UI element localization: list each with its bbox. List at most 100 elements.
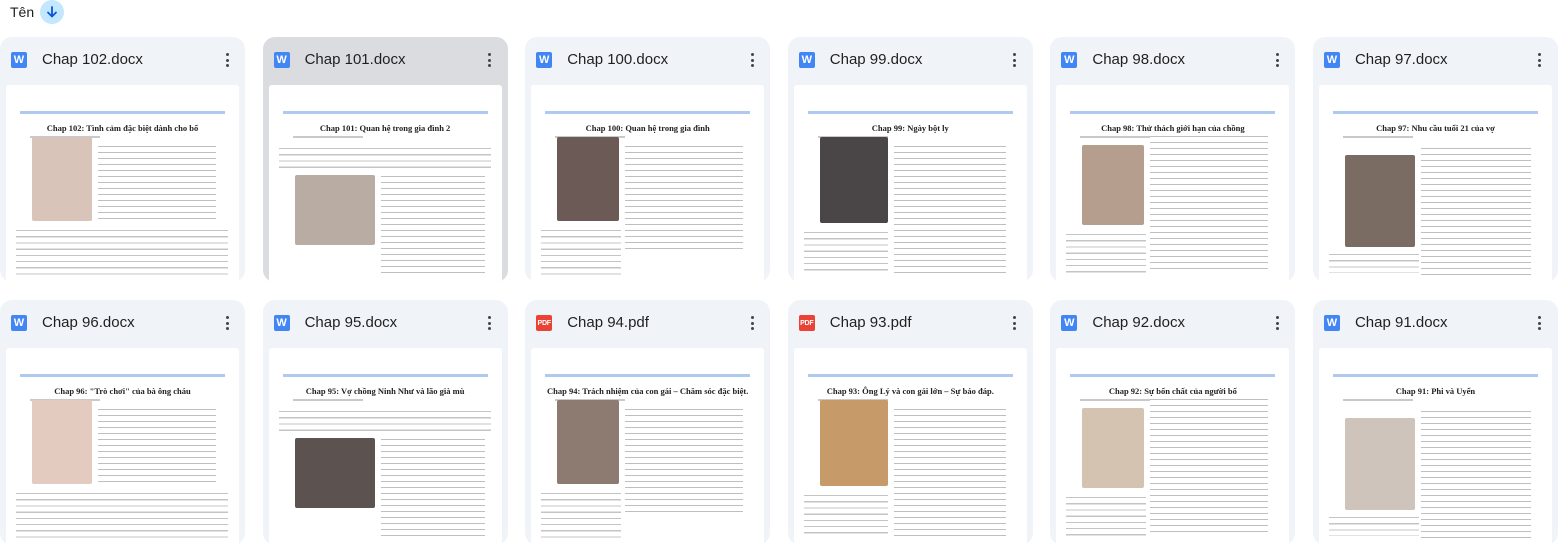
file-preview[interactable]: Chap 97: Nhu cầu tuổi 21 của vợ [1318, 85, 1552, 282]
preview-text-block [16, 490, 228, 538]
file-card[interactable]: W Chap 101.docx Chap 101: Quan hệ trong … [262, 37, 508, 282]
preview-text-block [541, 227, 622, 275]
file-preview[interactable]: Chap 101: Quan hệ trong gia đình 2 [268, 85, 502, 282]
file-preview[interactable]: Chap 99: Ngày bột ly [793, 85, 1027, 282]
preview-header-line [807, 111, 1013, 114]
preview-text-block [1150, 396, 1269, 536]
file-name[interactable]: Chap 99.docx [830, 51, 923, 68]
file-name[interactable]: Chap 98.docx [1092, 51, 1185, 68]
preview-text-block [541, 490, 622, 538]
more-actions-icon[interactable] [480, 313, 500, 333]
more-actions-icon[interactable] [217, 50, 237, 70]
preview-subline [292, 399, 363, 401]
file-card[interactable]: W Chap 92.docx Chap 92: Sự bốn chất của … [1050, 300, 1296, 545]
file-card-header: W Chap 96.docx [0, 300, 245, 346]
more-actions-icon[interactable] [1267, 313, 1287, 333]
preview-title: Chap 102: Tình cảm đặc biệt dành cho bố [46, 123, 199, 133]
file-card-header: W Chap 99.docx [788, 37, 1033, 83]
file-name[interactable]: Chap 97.docx [1355, 51, 1448, 68]
sort-direction-button[interactable] [40, 0, 65, 24]
more-actions-icon[interactable] [217, 313, 237, 333]
file-preview[interactable]: Chap 92: Sự bốn chất của người bố [1056, 348, 1290, 545]
preview-subline [1080, 136, 1151, 138]
file-name[interactable]: Chap 95.docx [305, 314, 398, 331]
file-name[interactable]: Chap 96.docx [42, 314, 135, 331]
preview-photo [557, 137, 620, 221]
file-preview[interactable]: Chap 93: Ông Lý và con gái lớn – Sự báo … [793, 348, 1027, 545]
more-actions-icon[interactable] [1530, 50, 1550, 70]
preview-subline [1342, 136, 1413, 138]
preview-text-block [1066, 494, 1147, 536]
preview-header-line [20, 111, 225, 114]
file-card[interactable]: W Chap 100.docx Chap 100: Quan hệ trong … [525, 37, 771, 282]
more-actions-icon[interactable] [1005, 313, 1025, 333]
file-name[interactable]: Chap 93.pdf [830, 314, 912, 331]
file-name[interactable]: Chap 102.docx [42, 51, 143, 68]
file-card[interactable]: W Chap 95.docx Chap 95: Vợ chồng Ninh Nh… [262, 300, 508, 545]
preview-text-block [98, 406, 216, 486]
more-actions-icon[interactable] [742, 313, 762, 333]
preview-subline [1080, 399, 1151, 401]
more-actions-icon[interactable] [1530, 313, 1550, 333]
file-preview[interactable]: Chap 91: Phi và Uyển [1318, 348, 1552, 545]
word-doc-icon: W [1323, 52, 1340, 68]
file-name[interactable]: Chap 100.docx [567, 51, 668, 68]
sort-label[interactable]: Tên [10, 4, 34, 20]
file-card[interactable]: W Chap 97.docx Chap 97: Nhu cầu tuổi 21 … [1312, 37, 1558, 282]
file-card-header: W Chap 92.docx [1050, 300, 1295, 346]
more-actions-icon[interactable] [742, 50, 762, 70]
preview-text-block [278, 145, 491, 169]
file-name[interactable]: Chap 101.docx [305, 51, 406, 68]
file-card[interactable]: W Chap 91.docx Chap 91: Phi và Uyển [1312, 300, 1558, 545]
word-doc-icon: W [1061, 315, 1078, 331]
preview-text-block [893, 143, 1006, 273]
file-preview[interactable]: Chap 100: Quan hệ trong gia đình [531, 85, 765, 282]
file-card[interactable]: PDF Chap 93.pdf Chap 93: Ông Lý và con g… [787, 300, 1033, 545]
preview-text-block [16, 227, 228, 275]
pdf-file-icon: PDF [536, 315, 553, 331]
file-card[interactable]: W Chap 102.docx Chap 102: Tình cảm đặc b… [0, 37, 245, 282]
preview-header-line [545, 374, 751, 377]
preview-text-block [1420, 145, 1531, 275]
word-doc-icon: W [1323, 315, 1340, 331]
preview-text-block [893, 406, 1006, 536]
word-doc-icon: W [798, 52, 815, 68]
preview-photo [1344, 155, 1415, 247]
preview-title: Chap 94: Trách nhiệm của con gái – Chăm … [547, 386, 749, 396]
preview-title: Chap 91: Phi và Uyển [1395, 386, 1476, 396]
file-card[interactable]: W Chap 98.docx Chap 98: Thử thách giới h… [1050, 37, 1296, 282]
file-card-header: W Chap 101.docx [263, 37, 508, 83]
file-card-header: W Chap 102.docx [0, 37, 245, 83]
preview-text-block [803, 229, 888, 273]
preview-text-block [1150, 133, 1269, 273]
preview-header-line [1332, 374, 1538, 377]
file-name[interactable]: Chap 91.docx [1355, 314, 1448, 331]
preview-text-block [625, 143, 744, 253]
more-actions-icon[interactable] [1267, 50, 1287, 70]
preview-title: Chap 100: Quan hệ trong gia đình [585, 123, 710, 133]
preview-text-block [1328, 251, 1419, 273]
preview-text-block [803, 492, 888, 536]
file-preview[interactable]: Chap 98: Thử thách giới hạn của chồng [1056, 85, 1290, 282]
preview-text-block [1066, 231, 1147, 273]
more-actions-icon[interactable] [480, 50, 500, 70]
preview-text-block [625, 406, 744, 516]
preview-photo [1082, 145, 1145, 225]
file-card[interactable]: W Chap 99.docx Chap 99: Ngày bột ly [787, 37, 1033, 282]
arrow-down-icon [47, 6, 58, 18]
preview-header-line [807, 374, 1013, 377]
file-card[interactable]: PDF Chap 94.pdf Chap 94: Trách nhiệm của… [525, 300, 771, 545]
file-name[interactable]: Chap 94.pdf [567, 314, 649, 331]
file-name[interactable]: Chap 92.docx [1092, 314, 1185, 331]
file-preview[interactable]: Chap 96: "Trò chơi" của bà ông cháu [6, 348, 239, 545]
file-card-header: W Chap 97.docx [1313, 37, 1558, 83]
preview-photo [1344, 418, 1415, 510]
preview-photo [819, 400, 888, 486]
more-actions-icon[interactable] [1005, 50, 1025, 70]
file-preview[interactable]: Chap 95: Vợ chồng Ninh Như và lão già mù [268, 348, 502, 545]
file-preview[interactable]: Chap 94: Trách nhiệm của con gái – Chăm … [531, 348, 765, 545]
preview-photo [32, 137, 92, 221]
preview-text-block [1328, 514, 1419, 536]
file-preview[interactable]: Chap 102: Tình cảm đặc biệt dành cho bố [6, 85, 239, 282]
file-card[interactable]: W Chap 96.docx Chap 96: "Trò chơi" của b… [0, 300, 245, 545]
